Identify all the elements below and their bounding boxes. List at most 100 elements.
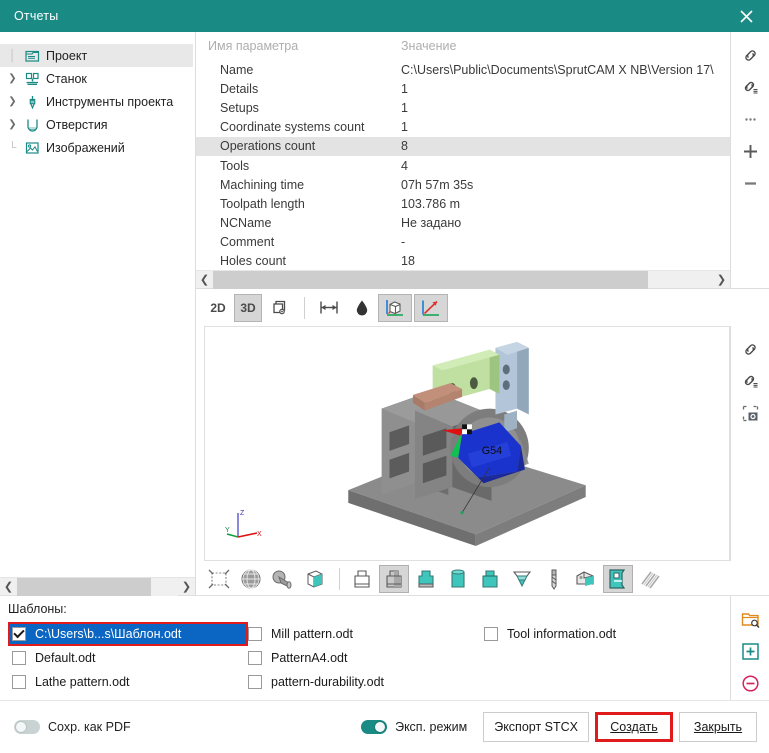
- list-item[interactable]: Lathe pattern.odt: [8, 670, 244, 694]
- chevron-right-icon[interactable]: ❯: [4, 96, 21, 107]
- minus-icon[interactable]: [735, 168, 765, 198]
- link-icon[interactable]: [735, 334, 765, 364]
- add-template-icon[interactable]: [735, 636, 765, 666]
- sidebar-item-holes[interactable]: ❯ Отверстия: [0, 113, 195, 136]
- param-value: 1: [401, 118, 730, 137]
- template-checkbox[interactable]: [484, 627, 498, 641]
- save-as-pdf-toggle[interactable]: Сохр. как PDF: [14, 720, 131, 734]
- templates-caption: Шаблоны:: [8, 602, 730, 616]
- sheet-part-icon[interactable]: [603, 565, 633, 593]
- link-icon[interactable]: [735, 40, 765, 70]
- link-list-icon[interactable]: [735, 72, 765, 102]
- create-button[interactable]: Создать: [595, 712, 673, 742]
- sidebar-item-images[interactable]: └ Изображений: [0, 136, 195, 159]
- table-row[interactable]: Toolpath length 103.786 m: [196, 194, 730, 213]
- plus-icon[interactable]: [735, 136, 765, 166]
- screenshot-icon[interactable]: [735, 398, 765, 428]
- view-3d-button[interactable]: 3D: [234, 294, 262, 322]
- scroll-right-button[interactable]: ❯: [178, 578, 195, 596]
- tree-horizontal-scrollbar[interactable]: ❮ ❯: [0, 577, 195, 595]
- table-row[interactable]: NCName Не задано: [196, 214, 730, 233]
- remove-template-icon[interactable]: [735, 668, 765, 698]
- params-scroll-track[interactable]: [213, 271, 713, 289]
- list-item[interactable]: Default.odt: [8, 646, 244, 670]
- param-name: Coordinate systems count: [196, 118, 401, 137]
- expert-mode-label: Экcп. режим: [395, 720, 467, 734]
- part-fixture-icon[interactable]: [571, 565, 601, 593]
- workpiece-contour-icon[interactable]: [204, 565, 234, 593]
- 3d-viewport[interactable]: G54 Z: [204, 326, 730, 561]
- param-name: Toolpath length: [196, 194, 401, 213]
- table-row[interactable]: Machining time 07h 57m 35s: [196, 175, 730, 194]
- table-row[interactable]: Name C:\Users\Public\Documents\SprutCAM …: [196, 60, 730, 79]
- close-button[interactable]: Закрыть: [679, 712, 757, 742]
- params-scroll-thumb[interactable]: [213, 271, 648, 289]
- table-row[interactable]: Comment -: [196, 233, 730, 252]
- browse-folder-icon[interactable]: [735, 604, 765, 634]
- link-list-icon[interactable]: [735, 366, 765, 396]
- chevron-right-icon[interactable]: ❯: [4, 119, 21, 130]
- parameters-horizontal-scrollbar[interactable]: ❮ ❯: [196, 270, 730, 288]
- table-row[interactable]: Setups 1: [196, 98, 730, 117]
- solid-cube-icon[interactable]: [300, 565, 330, 593]
- param-name: Name: [196, 60, 401, 79]
- view-dimension-button[interactable]: [312, 294, 346, 322]
- template-checkbox[interactable]: [248, 651, 262, 665]
- axis-gizmo-icon: Z X Y: [225, 507, 265, 542]
- sidebar-item-machine[interactable]: ❯ Станок: [0, 67, 195, 90]
- stock-stage-5-icon[interactable]: [507, 565, 537, 593]
- table-row[interactable]: Holes count 18: [196, 252, 730, 270]
- reports-dialog: Отчеты │ Проек: [0, 0, 769, 753]
- template-checkbox[interactable]: [248, 627, 262, 641]
- scroll-right-button[interactable]: ❯: [713, 271, 730, 289]
- list-item[interactable]: PatternA4.odt: [244, 646, 480, 670]
- sidebar-item-project-tools[interactable]: ❯ Инструменты проекта: [0, 90, 195, 113]
- list-item[interactable]: Tool information.odt: [480, 622, 616, 646]
- stock-stage-3-icon[interactable]: [443, 565, 473, 593]
- template-checkbox[interactable]: [12, 627, 26, 641]
- view-coolant-button[interactable]: [348, 294, 376, 322]
- sidebar-item-project[interactable]: │ Проект: [0, 44, 193, 67]
- list-item[interactable]: Mill pattern.odt: [244, 622, 480, 646]
- template-checkbox[interactable]: [248, 675, 262, 689]
- table-row-selected[interactable]: Operations count 8: [196, 137, 730, 156]
- stock-stage-2-icon[interactable]: [411, 565, 441, 593]
- template-label: pattern-durability.odt: [271, 675, 384, 689]
- template-checkbox[interactable]: [12, 651, 26, 665]
- toggle-track[interactable]: [361, 720, 387, 734]
- globe-icon[interactable]: [236, 565, 266, 593]
- table-row[interactable]: Tools 4: [196, 156, 730, 175]
- list-item[interactable]: C:\Users\b...s\Шаблон.odt: [8, 622, 248, 646]
- revolve-icon[interactable]: [268, 565, 298, 593]
- template-checkbox[interactable]: [12, 675, 26, 689]
- tree-scroll-track[interactable]: [17, 578, 178, 596]
- templates-grid: C:\Users\b...s\Шаблон.odt Default.odt La…: [8, 622, 730, 694]
- templates-side-toolbar: [730, 596, 769, 700]
- scroll-left-button[interactable]: ❮: [196, 271, 213, 289]
- toggle-knob: [374, 721, 386, 733]
- tree-scroll-thumb[interactable]: [17, 578, 151, 596]
- drill-tool-icon[interactable]: [539, 565, 569, 593]
- template-label: Default.odt: [35, 651, 95, 665]
- expert-mode-toggle[interactable]: Экcп. режим: [361, 720, 467, 734]
- stock-stage-4-icon[interactable]: [475, 565, 505, 593]
- view-axes-button[interactable]: [414, 294, 448, 322]
- export-stcx-button[interactable]: Экспорт STCX: [483, 712, 589, 742]
- holes-icon: [21, 118, 43, 132]
- svg-text:Z: Z: [240, 510, 245, 517]
- toggle-track[interactable]: [14, 720, 40, 734]
- list-item[interactable]: pattern-durability.odt: [244, 670, 480, 694]
- stock-stage-1-icon[interactable]: [379, 565, 409, 593]
- close-window-button[interactable]: [723, 0, 769, 32]
- table-row[interactable]: Details 1: [196, 79, 730, 98]
- scroll-left-button[interactable]: ❮: [0, 578, 17, 596]
- view-preview-button[interactable]: [264, 294, 295, 322]
- close-button-label: Закрыть: [694, 720, 742, 734]
- chevron-right-icon[interactable]: ❯: [4, 73, 21, 84]
- hatch-icon[interactable]: [635, 565, 665, 593]
- stock-stage-0-icon[interactable]: [347, 565, 377, 593]
- ellipsis-icon[interactable]: [735, 104, 765, 134]
- view-2d-button[interactable]: 2D: [204, 294, 232, 322]
- table-row[interactable]: Coordinate systems count 1: [196, 118, 730, 137]
- view-box-button[interactable]: [378, 294, 412, 322]
